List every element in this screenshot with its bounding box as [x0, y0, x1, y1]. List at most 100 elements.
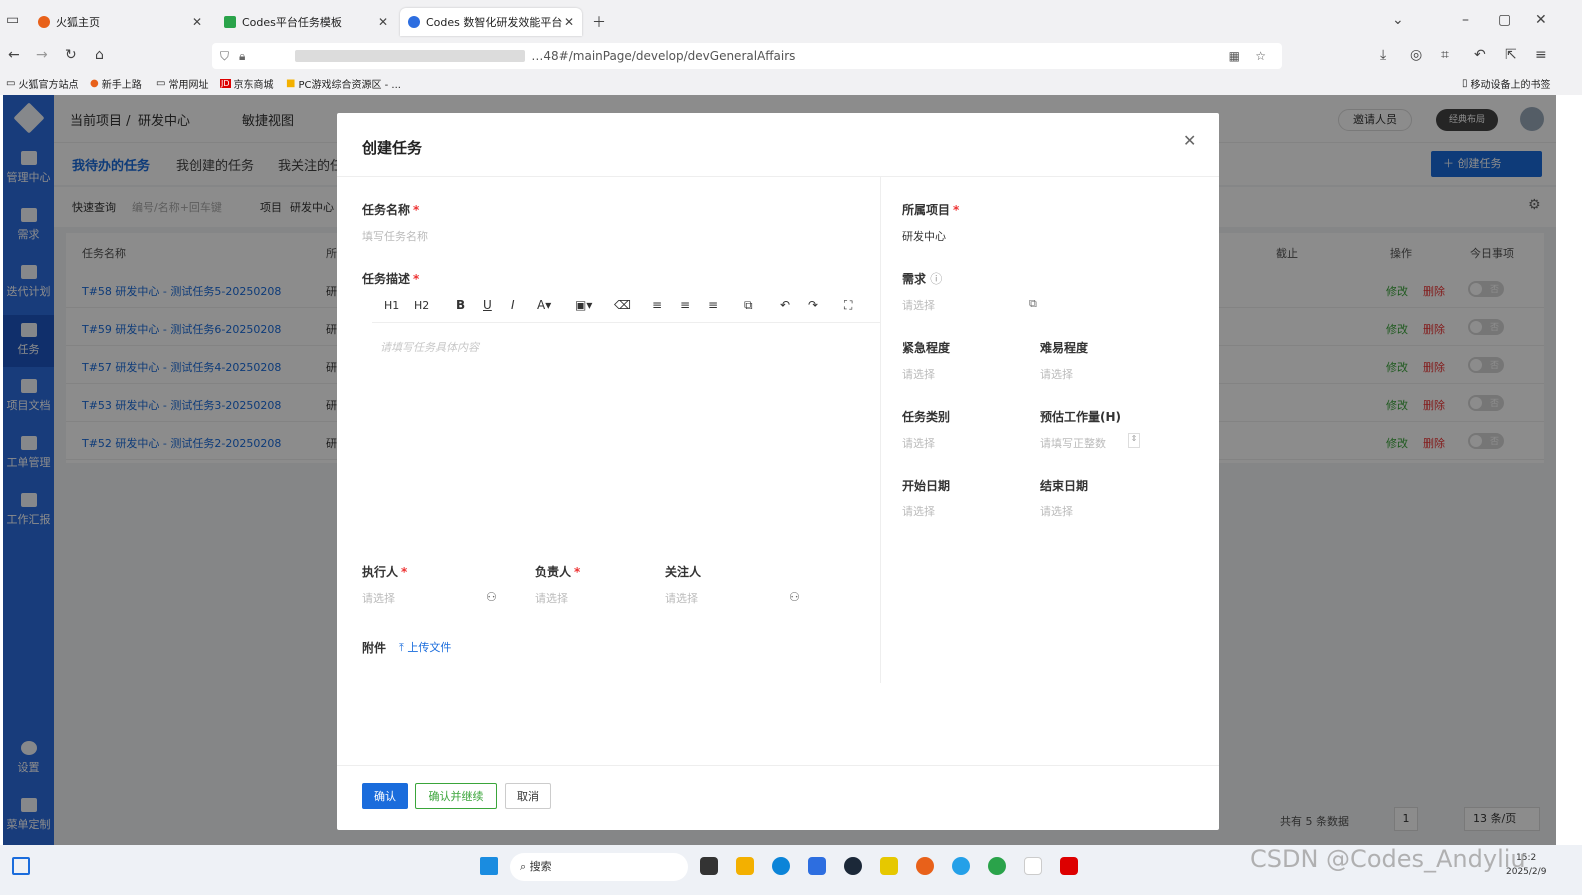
- executor-select[interactable]: 请选择: [362, 590, 395, 606]
- download-icon[interactable]: ⤓: [1380, 47, 1386, 63]
- close-icon[interactable]: ✕: [378, 15, 388, 29]
- start-date-picker[interactable]: 请选择: [902, 503, 935, 519]
- folder-icon: ▯: [1462, 78, 1468, 89]
- lock-icon: 🔒︎: [239, 48, 246, 63]
- extensions-icon[interactable]: ⇱: [1505, 47, 1517, 63]
- jd-icon: JD: [220, 79, 231, 88]
- bookmark-1[interactable]: ▭ 火狐官方站点: [6, 76, 78, 91]
- difficulty-select[interactable]: 请选择: [1040, 366, 1073, 382]
- bookmark-label: PC游戏综合资源区 - ...: [298, 80, 401, 91]
- demand-select[interactable]: 请选择: [902, 297, 935, 313]
- firefox-icon[interactable]: [916, 857, 934, 875]
- browser-tab-2[interactable]: Codes平台任务模板 ✕: [216, 8, 396, 36]
- minimize-icon[interactable]: –: [1462, 12, 1469, 28]
- bookmark-2[interactable]: ● 新手上路: [90, 76, 142, 91]
- label-text: 所属项目: [902, 203, 951, 217]
- editor-area[interactable]: 请填写任务具体内容: [372, 325, 881, 535]
- confirm-continue-button[interactable]: 确认并继续: [415, 783, 497, 809]
- end-date-picker[interactable]: 请选择: [1040, 503, 1073, 519]
- background-color-button[interactable]: ▣▾: [575, 298, 592, 312]
- task-name-label: 任务名称 *: [362, 203, 420, 217]
- category-label: 任务类别: [902, 410, 951, 424]
- close-icon[interactable]: ✕: [564, 15, 574, 29]
- redo-button[interactable]: ↷: [808, 298, 818, 312]
- folder-icon[interactable]: [736, 857, 754, 875]
- reload-icon[interactable]: ↻: [65, 47, 77, 63]
- user-icon[interactable]: ⚇: [789, 590, 800, 604]
- clear-format-button[interactable]: ⌫: [614, 298, 631, 312]
- project-select[interactable]: 研发中心: [902, 228, 946, 244]
- upload-button[interactable]: ⤒ 上传文件: [399, 639, 451, 655]
- bookmark-5[interactable]: ■ PC游戏综合资源区 - ...: [286, 76, 401, 91]
- forward-icon[interactable]: →: [36, 47, 48, 63]
- text-editor-icon[interactable]: [1024, 857, 1042, 875]
- help-icon[interactable]: ⓘ: [930, 272, 942, 286]
- chevron-down-icon[interactable]: ⌄: [1392, 12, 1404, 28]
- folder-icon: ■: [286, 78, 296, 89]
- edge-icon[interactable]: [772, 857, 790, 875]
- account-icon[interactable]: ◎: [1410, 47, 1422, 63]
- pdf-icon[interactable]: [1060, 857, 1078, 875]
- tree-icon[interactable]: ⧉: [1029, 297, 1037, 311]
- qr-code-icon[interactable]: ▦: [1229, 49, 1240, 63]
- tab-list-icon[interactable]: ▭: [6, 12, 19, 28]
- home-icon[interactable]: ⌂: [95, 47, 104, 63]
- taskbar-app-icon[interactable]: [700, 857, 718, 875]
- sheet-icon: [224, 16, 236, 28]
- store-icon[interactable]: [808, 857, 826, 875]
- confirm-button[interactable]: 确认: [362, 783, 408, 809]
- user-icon[interactable]: ⚇: [486, 590, 497, 604]
- urgency-select[interactable]: 请选择: [902, 366, 935, 382]
- underline-button[interactable]: U: [483, 298, 492, 312]
- h1-button[interactable]: H1: [384, 299, 399, 312]
- owner-select[interactable]: 请选择: [535, 590, 568, 606]
- star-icon[interactable]: ☆: [1255, 49, 1266, 63]
- h2-button[interactable]: H2: [414, 299, 429, 312]
- widgets-icon[interactable]: [12, 857, 30, 875]
- steam-icon[interactable]: [844, 857, 862, 875]
- taskbar-search[interactable]: ⌕ 搜索: [510, 853, 688, 881]
- mobile-bookmarks[interactable]: ▯ 移动设备上的书签: [1462, 76, 1551, 91]
- back-icon[interactable]: ←: [8, 47, 20, 63]
- fullscreen-button[interactable]: ⛶: [844, 298, 852, 313]
- windows-start-icon[interactable]: [480, 857, 498, 875]
- align-left-button[interactable]: ≡: [652, 298, 662, 312]
- bold-button[interactable]: B: [456, 298, 465, 312]
- url-bar[interactable]: ⛉ 🔒︎ …48#/mainPage/develop/devGeneralAff…: [212, 43, 1282, 69]
- undo-button[interactable]: ↶: [780, 298, 790, 312]
- insert-image-button[interactable]: ⧉: [744, 298, 753, 313]
- firefox-icon: ●: [90, 78, 99, 89]
- stepper-icon[interactable]: ⇕: [1128, 433, 1140, 448]
- footer-divider: [337, 765, 1219, 766]
- watcher-label: 关注人: [665, 565, 702, 579]
- italic-button[interactable]: I: [511, 298, 515, 312]
- demand-label: 需求 ⓘ: [902, 270, 942, 287]
- bookmark-4[interactable]: JD 京东商城: [220, 76, 274, 91]
- undo-icon[interactable]: ↶: [1474, 47, 1486, 63]
- estimate-input[interactable]: 请填写正整数: [1040, 435, 1106, 451]
- chat-icon[interactable]: [952, 857, 970, 875]
- align-center-button[interactable]: ≡: [680, 298, 690, 312]
- browser-tab-3[interactable]: Codes 数智化研发效能平台 ✕: [400, 8, 582, 36]
- new-tab-icon[interactable]: ＋: [592, 12, 606, 32]
- urgency-label: 紧急程度: [902, 341, 951, 355]
- bookmark-3[interactable]: ▭ 常用网址: [156, 76, 208, 91]
- close-icon[interactable]: ✕: [192, 15, 202, 29]
- browser-tab-1[interactable]: 火狐主页 ✕: [30, 8, 210, 36]
- font-color-button[interactable]: A▾: [537, 298, 551, 312]
- watcher-select[interactable]: 请选择: [665, 590, 698, 606]
- category-select[interactable]: 请选择: [902, 435, 935, 451]
- label-text: 任务名称: [362, 203, 411, 217]
- bookmark-label: 新手上路: [101, 80, 142, 91]
- maximize-icon[interactable]: ▢: [1498, 12, 1511, 28]
- dialog-title: 创建任务: [362, 139, 423, 157]
- crop-icon[interactable]: ⌗: [1441, 47, 1449, 63]
- task-name-input[interactable]: 填写任务名称: [362, 228, 428, 244]
- wechat-icon[interactable]: [988, 857, 1006, 875]
- app-icon[interactable]: [880, 857, 898, 875]
- cancel-button[interactable]: 取消: [505, 783, 551, 809]
- window-close-icon[interactable]: ✕: [1535, 12, 1547, 28]
- align-justify-button[interactable]: ≡: [708, 298, 718, 312]
- close-icon[interactable]: ✕: [1183, 131, 1196, 150]
- menu-icon[interactable]: ≡: [1535, 47, 1547, 63]
